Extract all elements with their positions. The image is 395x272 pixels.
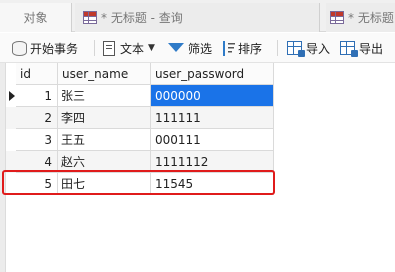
tab-query-untitled-2[interactable]: * 无标题 <box>326 3 395 32</box>
cell-user-password[interactable]: 000111 <box>151 129 274 151</box>
sort-button[interactable]: 排序 <box>221 37 262 59</box>
cell-id[interactable]: 1 <box>16 85 58 107</box>
text-label: 文本 <box>120 41 145 56</box>
text-view-button[interactable]: 文本 ▼ <box>103 37 155 59</box>
table-row[interactable]: 1 张三 000000 <box>6 85 274 107</box>
table-row[interactable]: 2 李四 111111 <box>6 107 274 129</box>
tab-query-untitled[interactable]: * 无标题 - 查询 <box>75 3 320 32</box>
toolbar-divider <box>277 40 278 56</box>
cell-user-password[interactable]: 111111 <box>151 107 274 129</box>
export-label: 导出 <box>359 41 384 56</box>
database-icon <box>12 40 27 56</box>
filter-button[interactable]: 筛选 <box>168 37 212 59</box>
toolbar: 开始事务 文本 ▼ 筛选 排序 导入 导出 <box>0 33 395 63</box>
tab-bar: 对象 * 无标题 - 查询 * 无标题 <box>0 0 395 32</box>
current-row-icon <box>9 91 15 101</box>
column-header-user-name[interactable]: user_name <box>58 63 151 85</box>
export-button[interactable]: 导出 <box>340 37 383 59</box>
column-header-id[interactable]: id <box>16 63 58 85</box>
import-label: 导入 <box>306 41 331 56</box>
data-grid: id user_name user_password 1 张三 000000 2… <box>0 63 395 272</box>
column-header-user-password[interactable]: user_password <box>151 63 274 85</box>
begin-transaction-label: 开始事务 <box>30 41 79 56</box>
cell-user-password-selected[interactable]: 000000 <box>151 85 274 107</box>
highlight-annotation-box <box>2 170 275 195</box>
begin-transaction-button[interactable]: 开始事务 <box>12 37 78 59</box>
query-table-icon <box>330 11 344 24</box>
cell-user-name[interactable]: 张三 <box>58 85 151 107</box>
tab-objects[interactable]: 对象 <box>0 3 72 32</box>
sort-icon <box>221 40 235 56</box>
import-icon <box>287 41 305 57</box>
export-icon <box>340 41 358 57</box>
tab-query2-label: * 无标题 <box>348 11 394 25</box>
cell-id[interactable]: 3 <box>16 129 58 151</box>
query-table-icon <box>83 11 97 24</box>
table-row[interactable]: 3 王五 000111 <box>6 129 274 151</box>
tab-query-label: * 无标题 - 查询 <box>101 11 183 25</box>
import-button[interactable]: 导入 <box>287 37 330 59</box>
filter-icon <box>168 42 184 52</box>
chevron-down-icon[interactable]: ▼ <box>148 43 155 53</box>
cell-user-name[interactable]: 李四 <box>58 107 151 129</box>
tab-objects-label: 对象 <box>23 11 48 25</box>
toolbar-divider <box>94 40 95 56</box>
document-icon <box>103 40 115 56</box>
cell-user-name[interactable]: 王五 <box>58 129 151 151</box>
cell-id[interactable]: 2 <box>16 107 58 129</box>
filter-label: 筛选 <box>188 41 213 56</box>
sort-label: 排序 <box>238 41 263 56</box>
